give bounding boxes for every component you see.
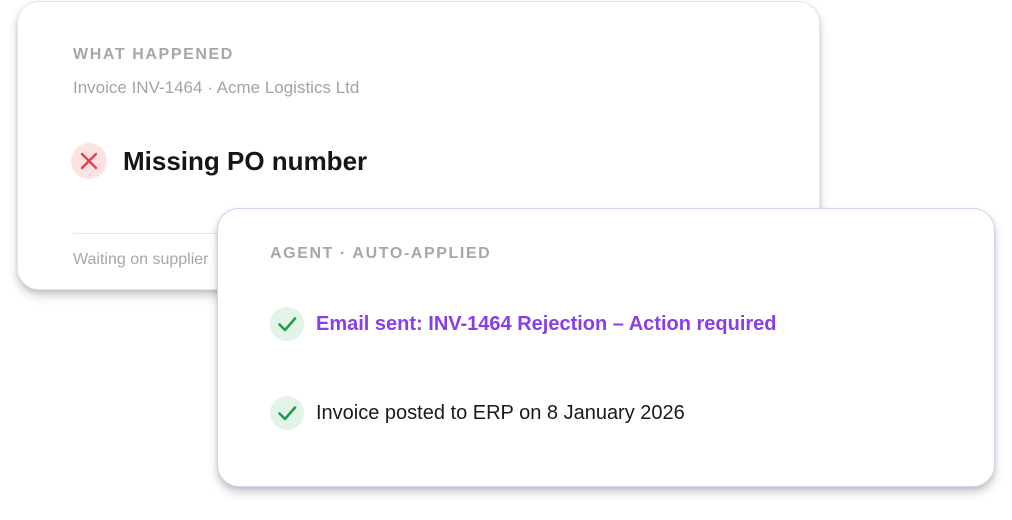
what-happened-eyebrow: WHAT HAPPENED: [73, 46, 234, 63]
check-icon: [270, 307, 304, 341]
x-icon: [71, 143, 107, 179]
action-item-erp: Invoice posted to ERP on 8 January 2026: [270, 396, 685, 430]
status-footer: Waiting on supplier: [73, 251, 209, 268]
stage: WHAT HAPPENED Invoice INV-1464 · Acme Lo…: [0, 0, 1012, 520]
action-item-email: Email sent: INV-1464 Rejection – Action …: [270, 307, 777, 341]
erp-posted-text: Invoice posted to ERP on 8 January 2026: [316, 401, 685, 424]
agent-eyebrow: AGENT · AUTO-APPLIED: [270, 245, 492, 262]
issue-row: Missing PO number: [71, 143, 367, 179]
agent-card: AGENT · AUTO-APPLIED Email sent: INV-146…: [217, 208, 995, 487]
check-icon: [270, 396, 304, 430]
email-sent-link[interactable]: Email sent: INV-1464 Rejection – Action …: [316, 313, 777, 336]
invoice-subtitle: Invoice INV-1464 · Acme Logistics Ltd: [73, 78, 360, 97]
issue-title: Missing PO number: [123, 145, 368, 176]
